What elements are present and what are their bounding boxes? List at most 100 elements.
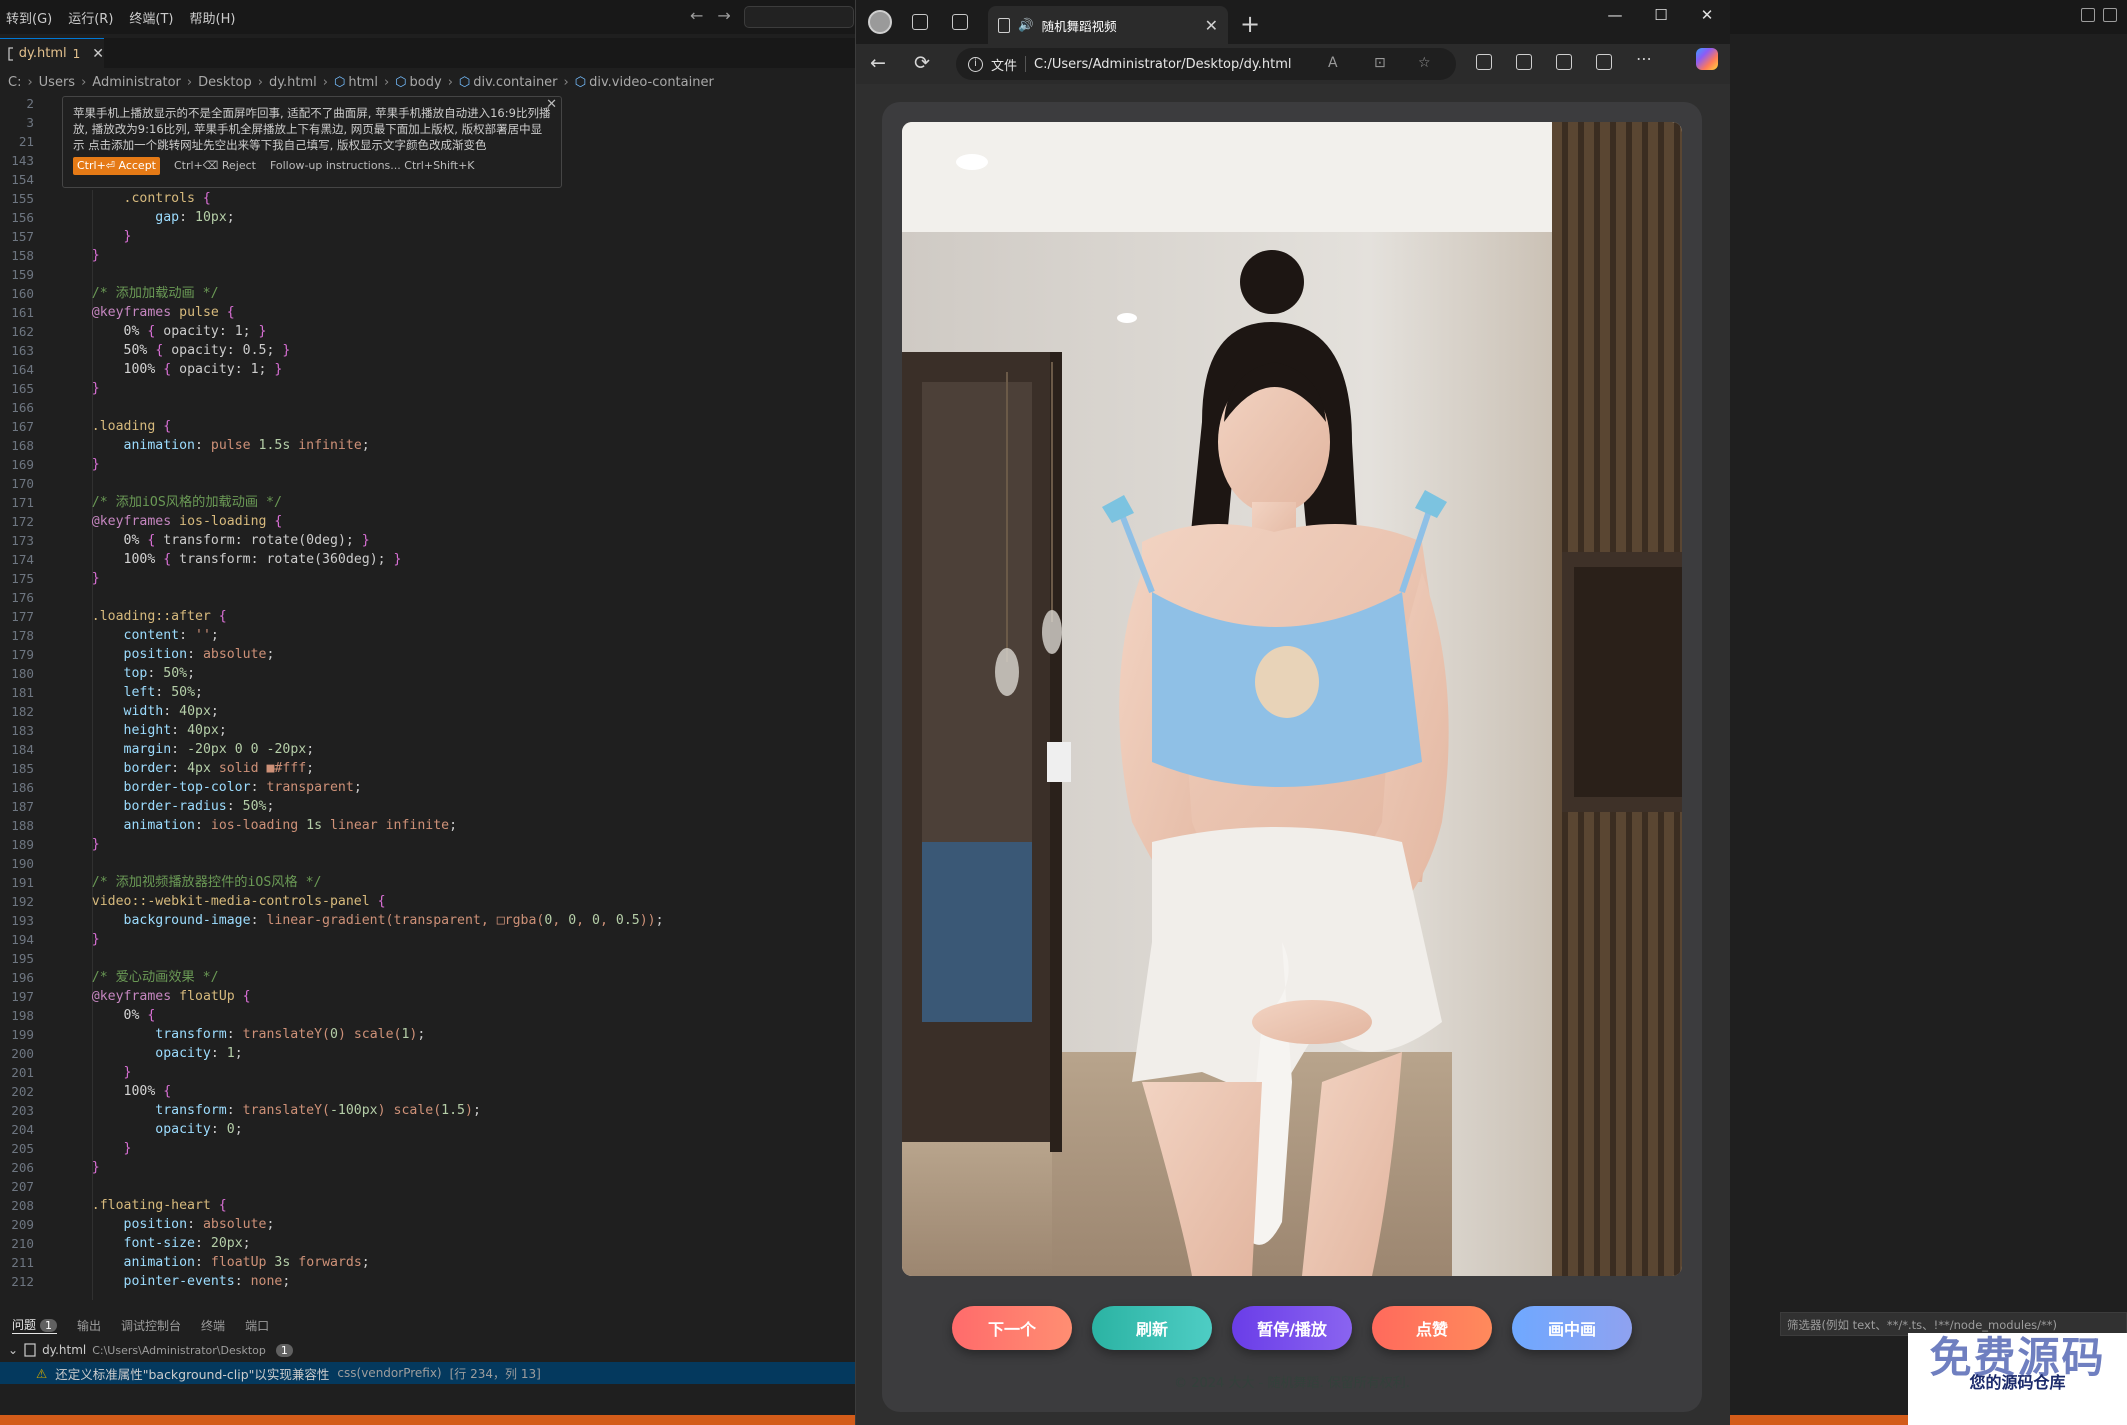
breadcrumb-item[interactable]: div.video-container: [589, 75, 714, 90]
code-line[interactable]: background-image: linear-gradient(transp…: [60, 911, 850, 930]
code-line[interactable]: content: '';: [60, 626, 850, 645]
code-line[interactable]: animation: pulse 1.5s infinite;: [60, 436, 850, 455]
code-line[interactable]: }: [60, 569, 850, 588]
code-line[interactable]: /* 添加视频播放器控件的iOS风格 */: [60, 873, 850, 892]
code-line[interactable]: width: 40px;: [60, 702, 850, 721]
browser-tab[interactable]: 🔊 随机舞蹈视频 ✕: [988, 6, 1228, 44]
breadcrumb-item[interactable]: Desktop: [198, 75, 252, 90]
minimize-icon[interactable]: —: [1592, 6, 1638, 24]
code-line[interactable]: video::-webkit-media-controls-panel {: [60, 892, 850, 911]
split-screen-icon[interactable]: [1476, 54, 1492, 70]
code-line[interactable]: animation: ios-loading 1s linear infinit…: [60, 816, 850, 835]
code-line[interactable]: .floating-heart {: [60, 1196, 850, 1215]
play-pause-button[interactable]: 暂停/播放: [1232, 1306, 1352, 1350]
breadcrumb-item[interactable]: html: [348, 75, 378, 90]
code-line[interactable]: pointer-events: none;: [60, 1272, 850, 1291]
code-line[interactable]: }: [60, 1158, 850, 1177]
code-line[interactable]: 0% {: [60, 1006, 850, 1025]
code-line[interactable]: /* 爱心动画效果 */: [60, 968, 850, 987]
code-line[interactable]: [60, 949, 850, 968]
copilot-icon[interactable]: [1696, 48, 1718, 70]
tab-debug-console[interactable]: 调试控制台: [121, 1317, 181, 1334]
code-line[interactable]: animation: floatUp 3s forwards;: [60, 1253, 850, 1272]
code-line[interactable]: [60, 265, 850, 284]
close-window-icon[interactable]: ✕: [1684, 6, 1730, 24]
like-button[interactable]: 点赞: [1372, 1306, 1492, 1350]
breadcrumb-item[interactable]: C:: [8, 75, 21, 90]
code-line[interactable]: position: absolute;: [60, 1215, 850, 1234]
code-line[interactable]: }: [60, 227, 850, 246]
code-line[interactable]: 0% { transform: rotate(0deg); }: [60, 531, 850, 550]
breadcrumb-item[interactable]: body: [410, 75, 442, 90]
command-center[interactable]: [744, 6, 854, 28]
code-line[interactable]: 100% { transform: rotate(360deg); }: [60, 550, 850, 569]
favorite-star-icon[interactable]: ☆: [1418, 55, 1431, 71]
new-tab-icon[interactable]: +: [1240, 10, 1260, 38]
tab-terminal[interactable]: 终端: [201, 1317, 225, 1334]
code-line[interactable]: border: 4px solid ■#fff;: [60, 759, 850, 778]
refresh-button[interactable]: 刷新: [1092, 1306, 1212, 1350]
menu-help[interactable]: 帮助(H): [190, 8, 236, 27]
code-line[interactable]: opacity: 1;: [60, 1044, 850, 1063]
workspaces-icon[interactable]: [912, 14, 928, 30]
code-line[interactable]: transform: translateY(0) scale(1);: [60, 1025, 850, 1044]
code-line[interactable]: .loading {: [60, 417, 850, 436]
code-line[interactable]: @keyframes pulse {: [60, 303, 850, 322]
code-line[interactable]: .controls {: [60, 189, 850, 208]
tab-actions-icon[interactable]: [952, 14, 968, 30]
code-line[interactable]: 100% {: [60, 1082, 850, 1101]
code-line[interactable]: [60, 588, 850, 607]
tab-output[interactable]: 输出: [77, 1317, 101, 1334]
read-aloud-icon[interactable]: A: [1328, 55, 1338, 71]
tab-ports[interactable]: 端口: [245, 1317, 269, 1334]
code-line[interactable]: [60, 474, 850, 493]
code-line[interactable]: }: [60, 1139, 850, 1158]
code-line[interactable]: top: 50%;: [60, 664, 850, 683]
code-line[interactable]: font-size: 20px;: [60, 1234, 850, 1253]
code-line[interactable]: @keyframes floatUp {: [60, 987, 850, 1006]
problems-file-row[interactable]: ⌄ dy.html C:\Users\Administrator\Desktop…: [8, 1343, 293, 1357]
menu-terminal[interactable]: 终端(T): [129, 8, 173, 27]
accept-button[interactable]: Ctrl+⏎ Accept: [73, 157, 160, 175]
next-button[interactable]: 下一个: [952, 1306, 1072, 1350]
code-line[interactable]: .loading::after {: [60, 607, 850, 626]
code-line[interactable]: [60, 854, 850, 873]
profile-avatar[interactable]: [868, 10, 892, 34]
app-available-icon[interactable]: ⊡: [1374, 55, 1386, 71]
breadcrumb-item[interactable]: Users: [39, 75, 75, 90]
reject-button[interactable]: Ctrl+⌫ Reject: [174, 158, 256, 174]
tab-problems[interactable]: 问题 1: [12, 1316, 58, 1334]
address-bar[interactable]: i 文件 C:/Users/Administrator/Desktop/dy.h…: [956, 48, 1456, 80]
close-icon[interactable]: ✕: [546, 97, 557, 113]
code-line[interactable]: gap: 10px;: [60, 208, 850, 227]
refresh-icon[interactable]: ⟳: [914, 52, 930, 74]
code-line[interactable]: }: [60, 379, 850, 398]
menu-run[interactable]: 运行(R): [68, 8, 113, 27]
pip-button[interactable]: 画中画: [1512, 1306, 1632, 1350]
tab-dy-html[interactable]: dy.html 1 ✕: [0, 38, 104, 68]
code-line[interactable]: 100% { opacity: 1; }: [60, 360, 850, 379]
collections-icon[interactable]: [1556, 54, 1572, 70]
browser-essentials-icon[interactable]: [1596, 54, 1612, 70]
code-line[interactable]: 50% { opacity: 0.5; }: [60, 341, 850, 360]
maximize-icon[interactable]: ☐: [1638, 6, 1684, 24]
favorites-icon[interactable]: [1516, 54, 1532, 70]
code-line[interactable]: margin: -20px 0 0 -20px;: [60, 740, 850, 759]
code-line[interactable]: 0% { opacity: 1; }: [60, 322, 850, 341]
code-line[interactable]: }: [60, 455, 850, 474]
forward-arrow-icon[interactable]: →: [717, 6, 730, 25]
code-line[interactable]: }: [60, 1063, 850, 1082]
code-editor[interactable]: .controls { gap: 10px; } } /* 添加加载动画 */ …: [60, 94, 850, 1291]
code-line[interactable]: @keyframes ios-loading {: [60, 512, 850, 531]
copyright-footer[interactable]: © 2024 大大 - 随机舞蹈. 保留所有权利.: [882, 1372, 1702, 1391]
breadcrumb-item[interactable]: div.container: [473, 75, 557, 90]
code-line[interactable]: [60, 1177, 850, 1196]
breadcrumb-item[interactable]: Administrator: [92, 75, 181, 90]
back-icon[interactable]: ←: [870, 52, 886, 74]
code-line[interactable]: }: [60, 246, 850, 265]
code-line[interactable]: [60, 398, 850, 417]
speaker-icon[interactable]: 🔊: [1018, 17, 1034, 33]
code-line[interactable]: }: [60, 930, 850, 949]
breadcrumb-item[interactable]: dy.html: [269, 75, 317, 90]
toggle-sidebar-icon[interactable]: [2081, 8, 2095, 22]
